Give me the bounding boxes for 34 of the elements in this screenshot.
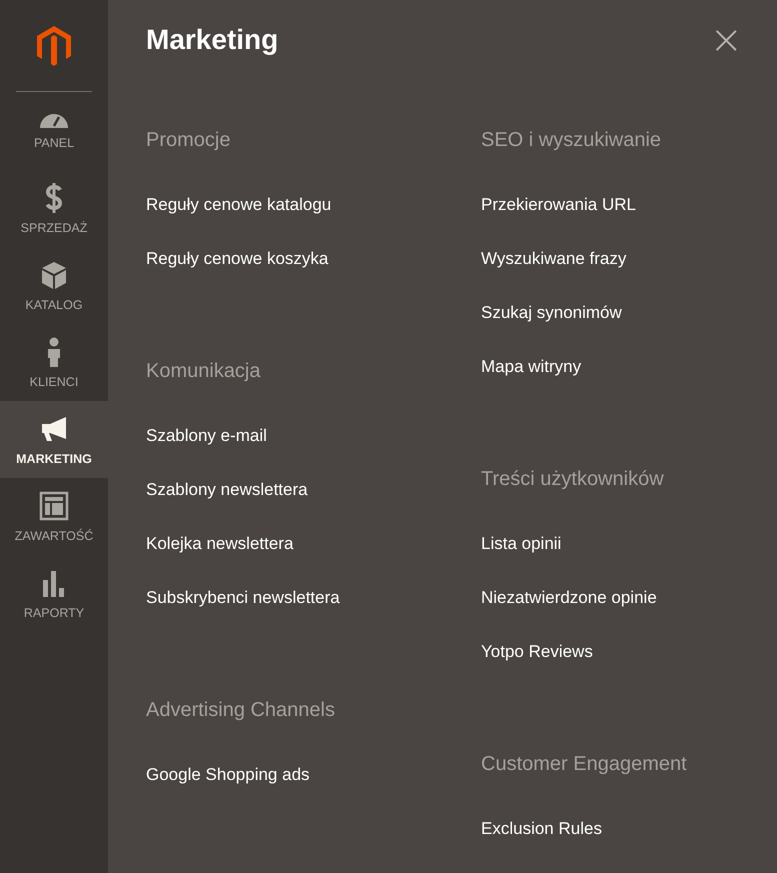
menu-link[interactable]: Wyszukiwane frazy — [481, 244, 777, 274]
nav-item[interactable]: ZAWARTOŚĆ — [0, 478, 108, 555]
section-heading: SEO i wyszukiwanie — [481, 128, 662, 153]
dollar-icon — [44, 182, 64, 214]
nav-item[interactable]: SPRZEDAŻ — [0, 170, 108, 247]
logo-icon — [37, 26, 71, 66]
menu-link[interactable]: Mapa witryny — [481, 352, 777, 382]
menu-link[interactable]: Subskrybenci newslettera — [146, 583, 481, 613]
section-heading: Treści użytkowników — [481, 467, 665, 492]
menu-link[interactable]: Reguły cenowe katalogu — [146, 190, 481, 220]
menu-link[interactable]: Niezatwierdzone opinie — [481, 583, 777, 613]
menu-link[interactable]: Exclusion Rules — [481, 814, 777, 844]
menu-link[interactable]: Lista opinii — [481, 529, 777, 559]
menu-link[interactable]: Yotpo Reviews — [481, 637, 777, 667]
nav-item[interactable]: RAPORTY — [0, 555, 108, 632]
nav-item[interactable]: KLIENCI — [0, 324, 108, 401]
menu-link[interactable]: Szablony newslettera — [146, 475, 481, 505]
menu-link[interactable]: Szablony e-mail — [146, 421, 481, 451]
section-heading: Customer Engagement — [481, 752, 688, 777]
nav-item[interactable]: MARKETING — [0, 401, 108, 478]
menu-link[interactable]: Kolejka newslettera — [146, 529, 481, 559]
layout-icon — [38, 490, 70, 522]
menu-link[interactable]: Reguły cenowe koszyka — [146, 244, 481, 274]
gauge-icon — [38, 113, 70, 129]
nav-item[interactable]: KATALOG — [0, 247, 108, 324]
menu-link[interactable]: Google Shopping ads — [146, 760, 481, 790]
menu-link[interactable]: Szukaj synonimów — [481, 298, 777, 328]
menu-link[interactable]: Przekierowania URL — [481, 190, 777, 220]
panel-title: Marketing — [146, 23, 278, 57]
section-heading: Komunikacja — [146, 359, 262, 384]
close-button[interactable]: × — [709, 20, 777, 60]
section-heading: Advertising Channels — [146, 698, 336, 723]
nav-item[interactable]: PANEL — [0, 93, 108, 170]
section-heading: Promocje — [146, 128, 232, 153]
